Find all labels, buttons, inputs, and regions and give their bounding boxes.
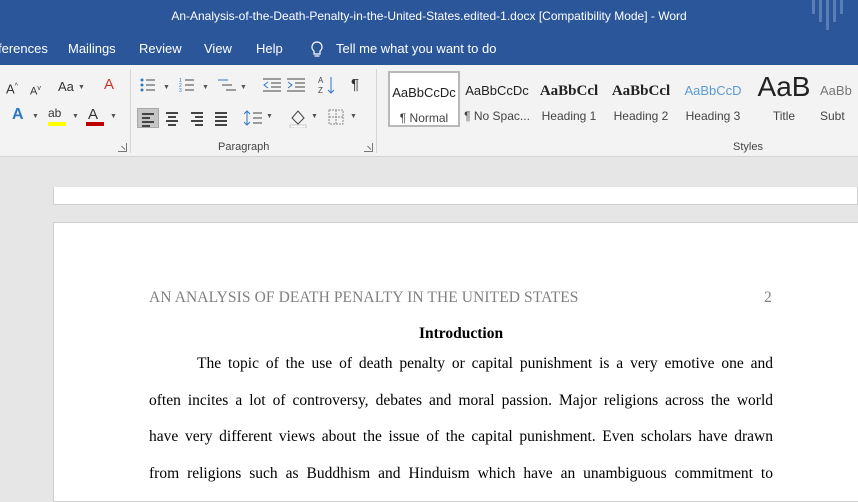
style-title[interactable]: AaB Title bbox=[748, 71, 820, 127]
increase-indent-icon[interactable] bbox=[287, 77, 305, 93]
paragraph-line: The topic of the use of death penalty or… bbox=[197, 355, 773, 372]
lightbulb-icon bbox=[311, 41, 323, 57]
tab-references[interactable]: ferences bbox=[0, 41, 48, 56]
grow-font-icon[interactable]: A^ bbox=[6, 79, 18, 97]
clear-formatting-icon[interactable]: A bbox=[104, 77, 114, 93]
chevron-down-icon[interactable]: ▼ bbox=[163, 84, 170, 91]
style-heading-2[interactable]: AaBbCcl Heading 2 bbox=[605, 71, 677, 127]
shading-icon[interactable] bbox=[289, 108, 307, 128]
chevron-down-icon[interactable]: ▼ bbox=[78, 84, 85, 91]
section-heading: Introduction bbox=[418, 325, 504, 342]
ribbon-tabs: ferences Mailings Review View Help Tell … bbox=[0, 33, 858, 65]
tell-me-text: Tell me what you want to do bbox=[336, 41, 497, 56]
window-title: An-Analysis-of-the-Death-Penalty-in-the-… bbox=[171, 9, 687, 23]
chevron-down-icon[interactable]: ▼ bbox=[350, 113, 357, 120]
chevron-down-icon[interactable]: ▼ bbox=[240, 84, 247, 91]
align-right-button[interactable] bbox=[187, 108, 209, 128]
paragraph-line: from religions such as Buddhism and Hind… bbox=[149, 465, 773, 482]
running-header: AN ANALYSIS OF DEATH PENALTY IN THE UNIT… bbox=[149, 289, 579, 306]
highlight-icon[interactable]: ab bbox=[48, 105, 61, 121]
tab-view[interactable]: View bbox=[204, 41, 232, 56]
tab-mailings[interactable]: Mailings bbox=[68, 41, 116, 56]
font-color-swatch bbox=[86, 122, 104, 126]
sort-icon[interactable]: AZ bbox=[318, 75, 336, 95]
styles-group-label: Styles bbox=[733, 141, 763, 153]
style-subtitle[interactable]: AaBb Subt bbox=[820, 71, 858, 127]
title-bar: An-Analysis-of-the-Death-Penalty-in-the-… bbox=[0, 0, 858, 33]
decrease-indent-icon[interactable] bbox=[263, 77, 281, 93]
multilevel-list-icon[interactable] bbox=[218, 77, 236, 93]
borders-icon[interactable] bbox=[328, 109, 344, 125]
document-canvas[interactable]: AN ANALYSIS OF DEATH PENALTY IN THE UNIT… bbox=[0, 157, 858, 502]
chevron-down-icon[interactable]: ▼ bbox=[202, 84, 209, 91]
font-dialog-launcher-icon[interactable] bbox=[118, 143, 127, 152]
text-effects-icon[interactable]: A bbox=[12, 107, 24, 123]
align-left-button[interactable] bbox=[137, 108, 159, 128]
paragraph-line: often incites a lot of controversy, deba… bbox=[149, 392, 773, 409]
group-separator bbox=[130, 69, 131, 153]
show-formatting-icon[interactable]: ¶ bbox=[351, 77, 359, 93]
style-no-spacing[interactable]: AaBbCcDc ¶ No Spac... bbox=[461, 71, 533, 127]
align-center-button[interactable] bbox=[162, 108, 184, 128]
chevron-down-icon[interactable]: ▼ bbox=[32, 113, 39, 120]
document-page[interactable]: AN ANALYSIS OF DEATH PENALTY IN THE UNIT… bbox=[53, 222, 858, 502]
style-heading-1[interactable]: AaBbCcl Heading 1 bbox=[533, 71, 605, 127]
svg-text:A: A bbox=[318, 76, 324, 85]
window-decoration bbox=[812, 0, 844, 30]
style-normal[interactable]: AaBbCcDc ¶ Normal bbox=[388, 71, 460, 127]
svg-text:Z: Z bbox=[318, 86, 323, 95]
tab-review[interactable]: Review bbox=[139, 41, 182, 56]
font-color-icon[interactable]: A bbox=[88, 107, 98, 123]
line-spacing-icon[interactable] bbox=[244, 109, 262, 127]
bullets-icon[interactable] bbox=[140, 77, 156, 93]
paragraph-group-label: Paragraph bbox=[218, 141, 270, 153]
previous-page-bottom bbox=[53, 187, 858, 205]
style-heading-3[interactable]: AaBbCcD Heading 3 bbox=[677, 71, 749, 127]
numbering-icon[interactable]: 1 2 3 bbox=[179, 77, 195, 93]
highlight-color-swatch bbox=[48, 122, 66, 126]
chevron-down-icon[interactable]: ▼ bbox=[266, 113, 273, 120]
chevron-down-icon[interactable]: ▼ bbox=[311, 113, 318, 120]
paragraph-dialog-launcher-icon[interactable] bbox=[364, 143, 373, 152]
shrink-font-icon[interactable]: Av bbox=[30, 81, 41, 100]
paragraph-line: have very different views about the issu… bbox=[149, 428, 773, 445]
chevron-down-icon[interactable]: ▼ bbox=[72, 113, 79, 120]
styles-gallery: AaBbCcDc ¶ Normal AaBbCcDc ¶ No Spac... … bbox=[384, 71, 858, 133]
ribbon: A^ Av Aa ▼ A A ▼ ab ▼ A ▼ ▼ 1 2 3 ▼ ▼ AZ… bbox=[0, 65, 858, 157]
tab-help[interactable]: Help bbox=[256, 41, 283, 56]
change-case-icon[interactable]: Aa bbox=[58, 79, 74, 95]
chevron-down-icon[interactable]: ▼ bbox=[110, 113, 117, 120]
svg-text:3: 3 bbox=[179, 88, 182, 93]
group-separator bbox=[376, 69, 377, 153]
justify-button[interactable] bbox=[211, 108, 233, 128]
page-number: 2 bbox=[764, 289, 772, 306]
